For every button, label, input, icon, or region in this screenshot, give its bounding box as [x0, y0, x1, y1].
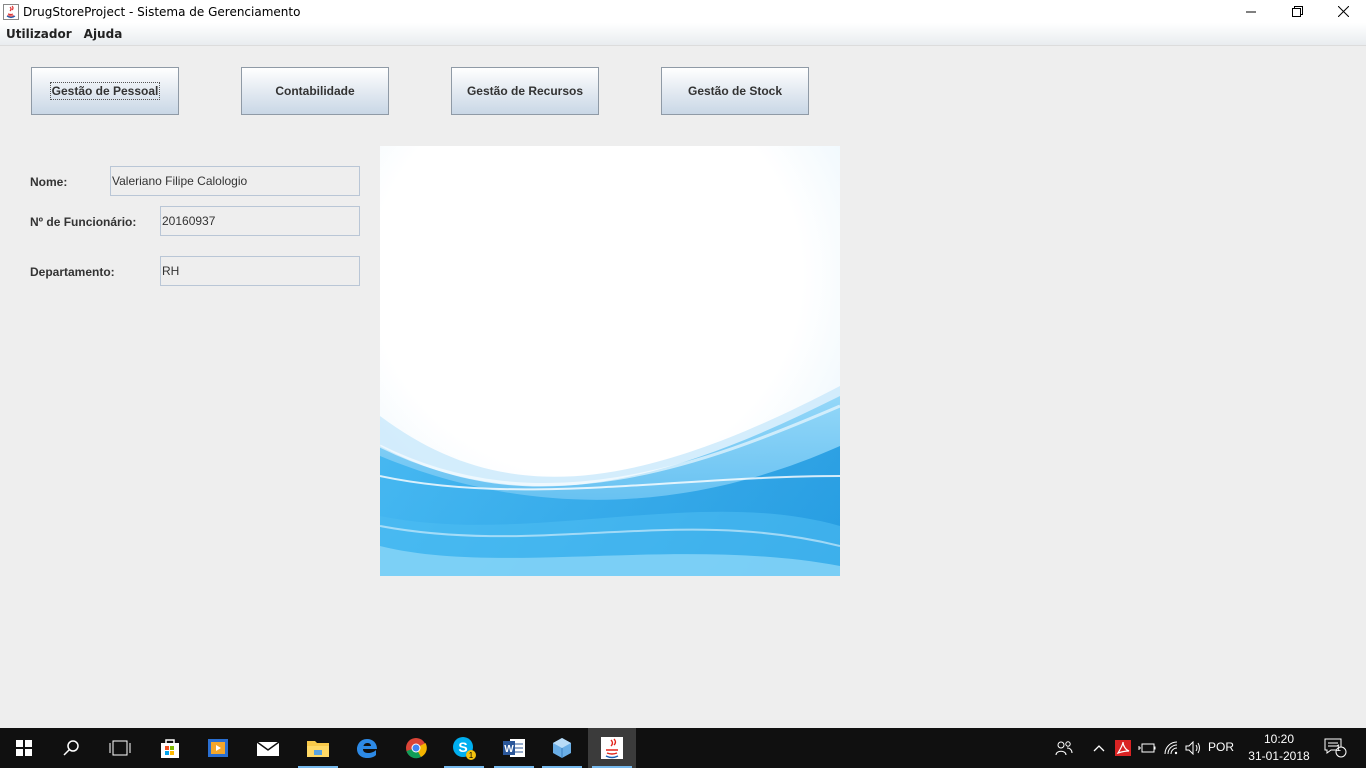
file-explorer-icon — [307, 741, 329, 757]
minimize-button[interactable] — [1228, 0, 1274, 23]
restore-icon — [1291, 6, 1303, 17]
restore-button[interactable] — [1274, 0, 1320, 23]
virtualbox-icon — [553, 738, 571, 758]
edge-button[interactable] — [343, 728, 391, 768]
nome-label: Nome: — [30, 175, 68, 189]
skype-button[interactable]: S1 — [440, 728, 488, 768]
gestao-recursos-label: Gestão de Recursos — [466, 84, 584, 98]
word-icon: W — [503, 739, 525, 757]
clock[interactable]: 10:20 31-01-2018 — [1243, 731, 1315, 765]
menu-utilizador[interactable]: Utilizador — [0, 27, 78, 41]
volume-icon — [1185, 741, 1200, 755]
action-center-button[interactable]: 1 — [1320, 728, 1350, 768]
search-button[interactable] — [48, 728, 96, 768]
close-button[interactable] — [1320, 0, 1366, 23]
svg-text:1: 1 — [469, 751, 474, 760]
menu-bar: Utilizador Ajuda — [0, 23, 1366, 46]
java-app-button[interactable] — [588, 728, 636, 768]
minimize-icon — [1246, 11, 1256, 12]
mail-button[interactable] — [244, 728, 292, 768]
battery-icon — [1138, 743, 1156, 753]
start-button[interactable] — [0, 728, 48, 768]
title-bar: DrugStoreProject - Sistema de Gerenciame… — [0, 0, 1366, 23]
skype-icon: S1 — [453, 737, 476, 760]
mail-icon — [256, 741, 280, 756]
gestao-stock-button[interactable]: Gestão de Stock — [661, 67, 809, 115]
chevron-up-icon — [1093, 745, 1105, 752]
gestao-pessoal-label: Gestão de Pessoal — [49, 82, 161, 100]
task-view-icon — [109, 740, 131, 756]
notifications-icon — [1324, 738, 1347, 758]
notification-count: 1 — [1336, 743, 1342, 753]
gestao-stock-label: Gestão de Stock — [687, 84, 783, 98]
word-button[interactable]: W — [490, 728, 538, 768]
show-hidden-icons-button[interactable] — [1090, 728, 1108, 768]
wifi-icon — [1164, 741, 1178, 755]
file-explorer-button[interactable] — [294, 728, 342, 768]
language-indicator[interactable]: POR — [1208, 740, 1234, 754]
edge-icon — [357, 739, 377, 758]
funcionario-label: Nº de Funcionário: — [30, 215, 137, 229]
search-icon — [63, 740, 79, 756]
acrobat-button[interactable] — [1113, 728, 1133, 768]
departamento-label: Departamento: — [30, 265, 115, 279]
battery-button[interactable] — [1137, 728, 1157, 768]
store-icon — [161, 739, 179, 758]
window-title: DrugStoreProject - Sistema de Gerenciame… — [23, 4, 301, 19]
people-button[interactable] — [1052, 728, 1076, 768]
volume-button[interactable] — [1184, 728, 1204, 768]
people-icon — [1055, 741, 1073, 756]
chrome-button[interactable] — [392, 728, 440, 768]
blue-wave-image — [380, 146, 840, 576]
nome-field[interactable]: Valeriano Filipe Calologio — [110, 166, 360, 196]
menu-ajuda[interactable]: Ajuda — [78, 27, 129, 41]
java-icon — [3, 3, 19, 20]
virtualbox-button[interactable] — [538, 728, 586, 768]
gestao-recursos-button[interactable]: Gestão de Recursos — [451, 67, 599, 115]
media-player-icon — [208, 739, 228, 757]
contabilidade-label: Contabilidade — [275, 84, 355, 98]
java-icon — [601, 737, 623, 759]
svg-text:W: W — [504, 744, 514, 755]
contabilidade-button[interactable]: Contabilidade — [241, 67, 389, 115]
store-button[interactable] — [146, 728, 194, 768]
media-player-button[interactable] — [194, 728, 242, 768]
close-icon — [1337, 6, 1349, 17]
clock-date: 31-01-2018 — [1248, 749, 1310, 763]
chrome-icon — [406, 738, 427, 759]
clock-time: 10:20 — [1263, 732, 1295, 746]
acrobat-icon — [1115, 740, 1131, 756]
gestao-pessoal-button[interactable]: Gestão de Pessoal — [31, 67, 179, 115]
start-icon — [16, 740, 32, 756]
departamento-field[interactable]: RH — [160, 256, 360, 286]
svg-text:S: S — [458, 739, 467, 755]
funcionario-field[interactable]: 20160937 — [160, 206, 360, 236]
task-view-button[interactable] — [96, 728, 144, 768]
wifi-button[interactable] — [1162, 728, 1182, 768]
